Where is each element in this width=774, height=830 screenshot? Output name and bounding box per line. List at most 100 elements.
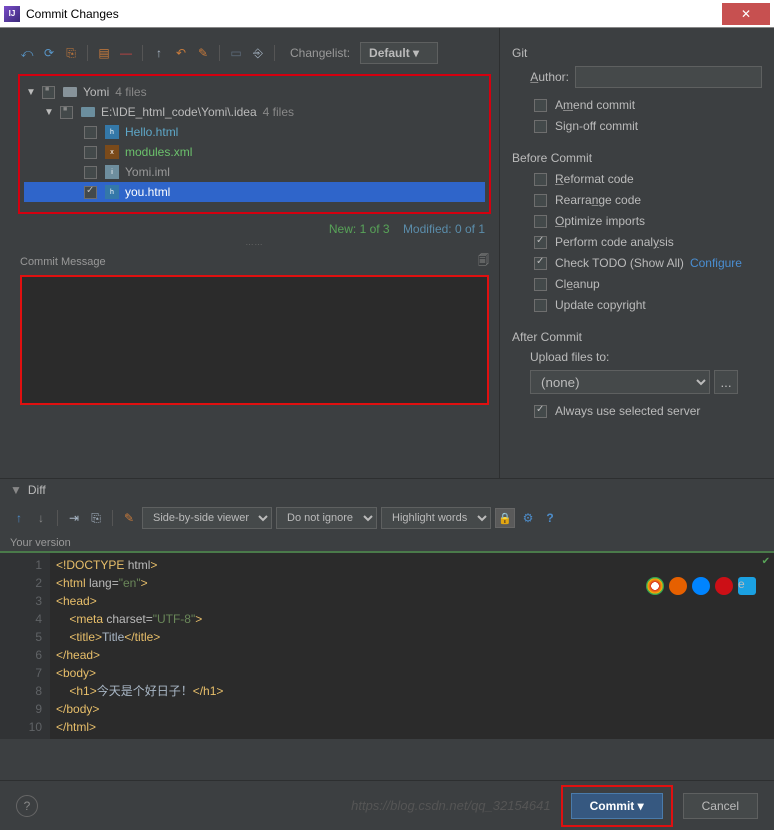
signoff-checkbox[interactable]	[534, 120, 547, 133]
diff-icon[interactable]: ⎘	[62, 44, 80, 62]
resize-handle[interactable]: ⋯⋯	[10, 240, 499, 248]
file-name: modules.xml	[125, 145, 192, 159]
changelist-select[interactable]: Default ▾	[360, 42, 438, 64]
new-changelist-icon[interactable]: ▤	[95, 44, 113, 62]
configure-link[interactable]: Configure	[690, 256, 742, 270]
cleanup-label: Cleanup	[555, 277, 600, 291]
optimize-checkbox[interactable]	[534, 215, 547, 228]
analysis-checkbox[interactable]	[534, 236, 547, 249]
checkbox[interactable]	[60, 106, 73, 119]
highlight-select[interactable]: Highlight words	[381, 507, 491, 529]
checkbox[interactable]	[42, 86, 55, 99]
html-icon: h	[105, 125, 119, 139]
line-number: 1	[0, 556, 42, 574]
collapse-icon[interactable]: ▼	[10, 483, 22, 497]
viewmode-select[interactable]: Side-by-side viewer	[142, 507, 272, 529]
line-number: 10	[0, 718, 42, 736]
file-name: Yomi.iml	[125, 165, 170, 179]
tree-file[interactable]: h Hello.html	[24, 122, 485, 142]
todo-checkbox[interactable]	[534, 257, 547, 270]
right-panel: Git Author: Amend commit Sign-off commit…	[499, 28, 774, 478]
expander-icon[interactable]: ▼	[42, 107, 56, 118]
before-commit-title: Before Commit	[512, 151, 762, 165]
revert-icon[interactable]: ⤺	[18, 44, 36, 62]
tree-root[interactable]: ▼ Yomi 4 files	[24, 82, 485, 102]
expand-icon[interactable]: ⎆	[249, 44, 267, 62]
checkbox[interactable]	[84, 166, 97, 179]
line-number: 6	[0, 646, 42, 664]
iml-icon: i	[105, 165, 119, 179]
folder-icon	[81, 107, 95, 117]
tree-file[interactable]: i Yomi.iml	[24, 162, 485, 182]
line-number: 8	[0, 682, 42, 700]
rearrange-checkbox[interactable]	[534, 194, 547, 207]
remove-icon[interactable]: —	[117, 44, 135, 62]
reformat-checkbox[interactable]	[534, 173, 547, 186]
close-button[interactable]: ✕	[722, 3, 770, 25]
prev-diff-icon[interactable]: ↑	[10, 509, 28, 527]
opera-icon[interactable]	[715, 577, 733, 595]
diff-title: Diff	[28, 483, 46, 497]
change-summary: New: 1 of 3 Modified: 0 of 1	[10, 218, 499, 240]
left-panel: ⤺ ⟳ ⎘ ▤ — ↑ ↶ ✎ ▭ ⎆ Changelist: Default …	[0, 28, 499, 478]
edit-icon[interactable]: ✎	[194, 44, 212, 62]
copyright-checkbox[interactable]	[534, 299, 547, 312]
version-label: Your version	[0, 535, 774, 551]
html-icon: h	[105, 185, 119, 199]
upload-select[interactable]: (none)	[530, 370, 710, 394]
refresh-icon[interactable]: ⟳	[40, 44, 58, 62]
author-input[interactable]	[575, 66, 762, 88]
chrome-icon[interactable]	[646, 577, 664, 595]
tree-file[interactable]: x modules.xml	[24, 142, 485, 162]
separator	[112, 510, 113, 526]
line-number: 2	[0, 574, 42, 592]
reformat-label: Reformat code	[555, 172, 634, 186]
help-button[interactable]: ?	[16, 795, 38, 817]
next-diff-icon[interactable]: ↓	[32, 509, 50, 527]
help-icon[interactable]: ?	[541, 509, 559, 527]
upload-browse-button[interactable]: ...	[714, 370, 738, 394]
file-count: 4 files	[263, 105, 294, 119]
tree-folder[interactable]: ▼ E:\IDE_html_code\Yomi\.idea 4 files	[24, 102, 485, 122]
node-label: E:\IDE_html_code\Yomi\.idea	[101, 105, 257, 119]
lock-icon[interactable]: 🔒	[495, 508, 515, 528]
commit-message-input[interactable]	[20, 275, 489, 405]
external-diff-icon[interactable]: ⎘	[87, 509, 105, 527]
up-icon[interactable]: ↑	[150, 44, 168, 62]
separator	[274, 45, 275, 61]
amend-checkbox[interactable]	[534, 99, 547, 112]
file-name: Hello.html	[125, 125, 178, 139]
optimize-label: Optimize imports	[555, 214, 645, 228]
group-icon[interactable]: ▭	[227, 44, 245, 62]
rearrange-label: Rearrange code	[555, 193, 641, 207]
cleanup-checkbox[interactable]	[534, 278, 547, 291]
always-server-checkbox[interactable]	[534, 405, 547, 418]
safari-icon[interactable]	[692, 577, 710, 595]
code-editor[interactable]: 1 2 3 4 5 6 7 8 9 10 <!DOCTYPE html> <ht…	[0, 551, 774, 739]
watermark: https://blog.csdn.net/qq_32154641	[351, 798, 551, 813]
tree-file-selected[interactable]: h you.html	[24, 182, 485, 202]
checkbox[interactable]	[84, 126, 97, 139]
firefox-icon[interactable]	[669, 577, 687, 595]
commit-button[interactable]: Commit ▾	[571, 793, 663, 819]
rollback-icon[interactable]: ↶	[172, 44, 190, 62]
cancel-button[interactable]: Cancel	[683, 793, 758, 819]
ie-icon[interactable]: e	[738, 577, 756, 595]
diff-header[interactable]: ▼ Diff	[0, 478, 774, 501]
signoff-label: Sign-off commit	[555, 119, 638, 133]
checkbox[interactable]	[84, 186, 97, 199]
window-title: Commit Changes	[26, 7, 722, 21]
jump-to-source-icon[interactable]: ⇥	[65, 509, 83, 527]
ignore-select[interactable]: Do not ignore	[276, 507, 377, 529]
gear-icon[interactable]: ⚙	[519, 509, 537, 527]
module-icon	[63, 87, 77, 97]
line-gutter: 1 2 3 4 5 6 7 8 9 10	[0, 553, 50, 739]
file-tree[interactable]: ▼ Yomi 4 files ▼ E:\IDE_html_code\Yomi\.…	[18, 74, 491, 214]
edit-source-icon[interactable]: ✎	[120, 509, 138, 527]
upload-label: Upload files to:	[530, 350, 762, 364]
browser-icons: e	[646, 577, 756, 595]
checkbox[interactable]	[84, 146, 97, 159]
file-count: 4 files	[115, 85, 146, 99]
history-icon[interactable]: 🗐	[478, 252, 489, 271]
expander-icon[interactable]: ▼	[24, 87, 38, 98]
